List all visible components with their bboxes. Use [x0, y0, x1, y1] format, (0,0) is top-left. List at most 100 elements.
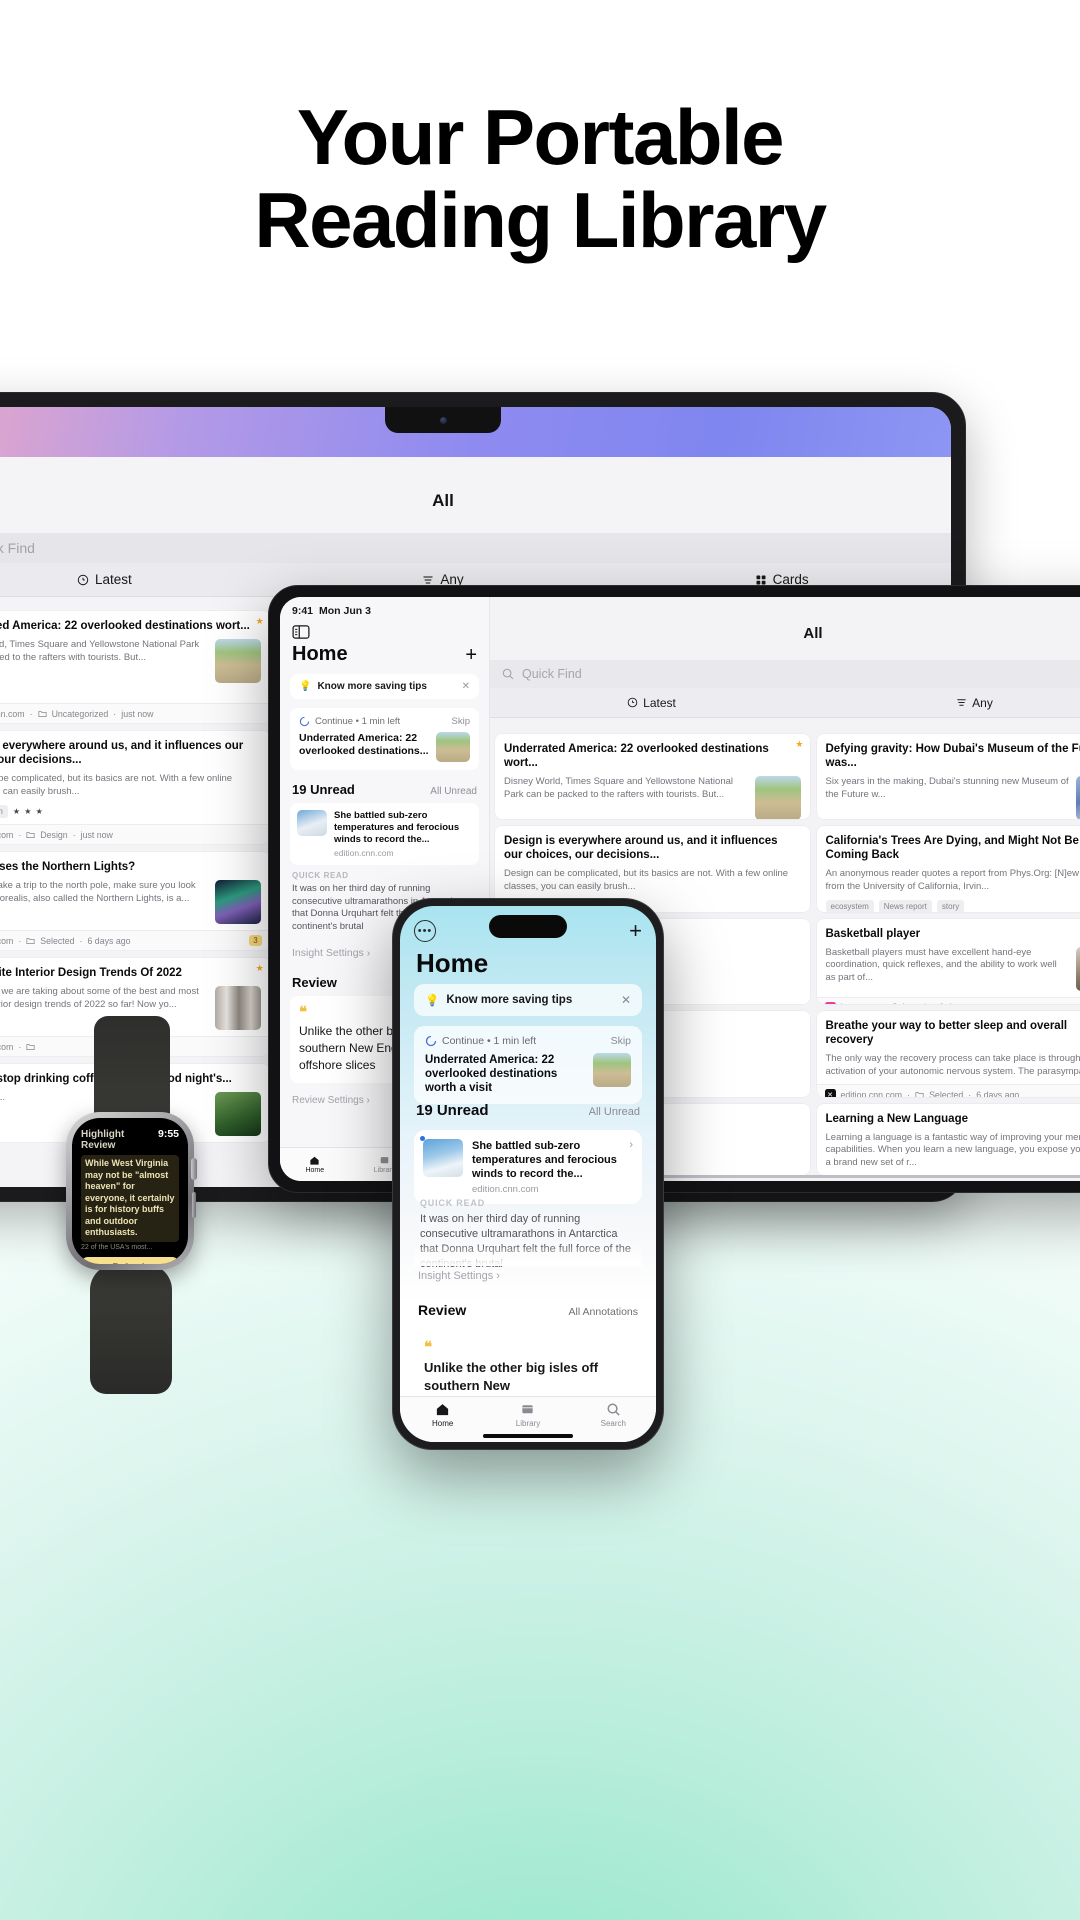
card-folder: Selected: [40, 935, 75, 946]
unread-article-card[interactable]: She battled sub-zero temperatures and fe…: [414, 1130, 642, 1204]
insight-settings-link[interactable]: Insight Settings ›: [418, 1270, 500, 1282]
main-search-input[interactable]: Quick Find: [490, 660, 1080, 688]
tab-library[interactable]: Library: [485, 1402, 570, 1428]
chevron-right-icon: ›: [629, 1139, 633, 1151]
review-header: Review All Annotations: [418, 1302, 638, 1318]
continue-label: Continue • 1 min left: [442, 1035, 537, 1047]
watch-time: 9:55: [157, 1128, 179, 1140]
tab-home[interactable]: Home: [280, 1148, 350, 1181]
star-icon: ★: [795, 739, 804, 749]
article-thumbnail: [297, 810, 327, 836]
card-footer: ▤ medium.com · Design · just now: [0, 824, 270, 844]
headline-line-1: Your Portable: [296, 93, 785, 181]
watch-header: Highlight Review 9:55: [81, 1128, 179, 1151]
all-unread-link[interactable]: All Unread: [430, 786, 477, 797]
skip-button[interactable]: Skip: [611, 1035, 631, 1047]
card-title: Breathe your way to better sleep and ove…: [825, 1020, 1068, 1047]
main-tab-any[interactable]: Any: [813, 696, 1080, 710]
article-thumbnail: [423, 1139, 463, 1177]
folder-icon: [26, 832, 35, 838]
all-unread-link[interactable]: All Unread: [589, 1106, 640, 1118]
review-quote-card[interactable]: ❝ Unlike the other big isles off souther…: [414, 1330, 642, 1405]
ipad-mini-device: 9:41 Mon Jun 3 Home + 💡 Know more saving…: [268, 585, 1080, 1193]
quick-read-label: QUICK READ: [292, 871, 349, 880]
card-thumbnail: [214, 639, 261, 683]
watch-screen: Highlight Review 9:55 While West Virgini…: [72, 1118, 188, 1264]
main-tab-latest[interactable]: Latest: [490, 696, 813, 710]
article-card[interactable]: Breathe your way to better sleep and ove…: [816, 1011, 1080, 1097]
tab-home-label: Home: [431, 1419, 454, 1428]
ipad-search-input[interactable]: Quick Find: [0, 533, 951, 563]
card-footer: ✕ edition.cnn.com · Selected · 6 days ag…: [816, 1084, 1080, 1097]
ipad-page-title: All: [432, 491, 454, 510]
card-description: An anonymous reader quotes a report from…: [825, 868, 1080, 892]
folder-icon: [915, 1092, 924, 1097]
search-icon: [502, 668, 514, 680]
tip-banner[interactable]: 💡 Know more saving tips ✕: [290, 674, 479, 699]
article-card[interactable]: California's Trees Are Dying, and Might …: [816, 826, 1080, 912]
card-tags: growth/design ★ ★ ★: [0, 805, 261, 818]
card-folder: Selected: [892, 1002, 926, 1004]
card-description: If you ever take a trip to the north pol…: [0, 880, 196, 904]
side-button[interactable]: [192, 1192, 196, 1218]
continue-reading-card[interactable]: Continue • 1 min left Skip Underrated Am…: [290, 708, 479, 770]
continue-reading-card[interactable]: Continue • 1 min left Skip Underrated Am…: [414, 1026, 642, 1104]
unread-header: 19 Unread All Unread: [280, 770, 489, 803]
card-source: youtube.com: [0, 1041, 14, 1052]
folder-icon: [38, 711, 47, 717]
skip-button[interactable]: Skip: [452, 716, 470, 727]
card-title: Basketball player: [825, 927, 921, 940]
tag: story: [936, 900, 965, 912]
card-thumbnail: [214, 880, 261, 924]
sidebar-header: Home +: [280, 639, 489, 674]
filter-icon: [957, 699, 966, 706]
tab-home[interactable]: Home: [400, 1402, 485, 1428]
article-card[interactable]: What causes the Northern Lights? If you …: [0, 852, 270, 950]
card-description: Design can be complicated, but its basic…: [504, 868, 789, 892]
all-annotations-link[interactable]: All Annotations: [569, 1306, 638, 1318]
tag: growth/design: [0, 805, 8, 818]
card-folder: Uncategorized: [51, 708, 109, 719]
add-button[interactable]: +: [629, 920, 642, 942]
digital-crown[interactable]: [191, 1158, 197, 1180]
article-source: edition.cnn.com: [472, 1184, 539, 1195]
horizontal-scrollbar[interactable]: [660, 1175, 1080, 1178]
ipad-tab-latest[interactable]: Latest: [0, 572, 274, 587]
card-description: Disney World, Times Square and Yellowsto…: [504, 776, 734, 800]
close-icon[interactable]: ✕: [621, 993, 631, 1007]
article-title: She battled sub-zero temperatures and fe…: [472, 1140, 617, 1180]
quote-text: Unlike the other big isles off southern …: [424, 1360, 599, 1393]
tab-search[interactable]: Search: [571, 1402, 656, 1428]
more-dots-icon[interactable]: •••: [414, 920, 436, 942]
search-icon: [607, 1403, 620, 1416]
card-title: Design is everywhere around us, and it i…: [504, 835, 778, 862]
article-card[interactable]: ★ Underrated America: 22 overlooked dest…: [495, 734, 810, 820]
add-button[interactable]: +: [465, 645, 477, 665]
refresh-button[interactable]: Refresh: [81, 1256, 179, 1264]
close-icon[interactable]: ✕: [462, 681, 470, 692]
continue-body: Underrated America: 22 overlooked destin…: [299, 732, 470, 762]
article-card[interactable]: Defying gravity: How Dubai's Museum of t…: [816, 734, 1080, 820]
card-title: Defying gravity: How Dubai's Museum of t…: [825, 743, 1080, 769]
tip-label: Know more saving tips: [446, 994, 573, 1006]
tip-label: Know more saving tips: [317, 681, 427, 692]
article-card[interactable]: Design is everywhere around us, and it i…: [0, 731, 270, 844]
continue-title: Underrated America: 22 overlooked destin…: [299, 732, 429, 757]
article-card[interactable]: Learning a New Language Learning a langu…: [816, 1103, 1080, 1175]
card-title: My Favorite Interior Design Trends Of 20…: [0, 967, 182, 979]
lightbulb-icon: 💡: [425, 995, 440, 1007]
article-card[interactable]: ★ Underrated America: 22 overlooked dest…: [0, 611, 270, 723]
sidebar-toggle-button[interactable]: [280, 619, 489, 639]
watch-subtitle: 22 of the USA's most...: [81, 1243, 153, 1251]
article-card[interactable]: Basketball player Basketball players mus…: [816, 918, 1080, 1005]
card-description: Six years in the making, Dubai's stunnin…: [825, 776, 1069, 800]
progress-ring-icon: [425, 1035, 437, 1047]
unread-article-card[interactable]: She battled sub-zero temperatures and fe…: [290, 803, 479, 865]
main-toolbar: Latest Any: [490, 688, 1080, 718]
clock-arrow-icon: [627, 697, 638, 708]
library-icon: [522, 1405, 534, 1414]
tip-banner[interactable]: 💡 Know more saving tips ✕: [414, 984, 642, 1016]
continue-title: Underrated America: 22 overlooked destin…: [425, 1054, 558, 1094]
card-folder: Design: [40, 829, 68, 840]
card-source: medium.com: [0, 829, 14, 840]
